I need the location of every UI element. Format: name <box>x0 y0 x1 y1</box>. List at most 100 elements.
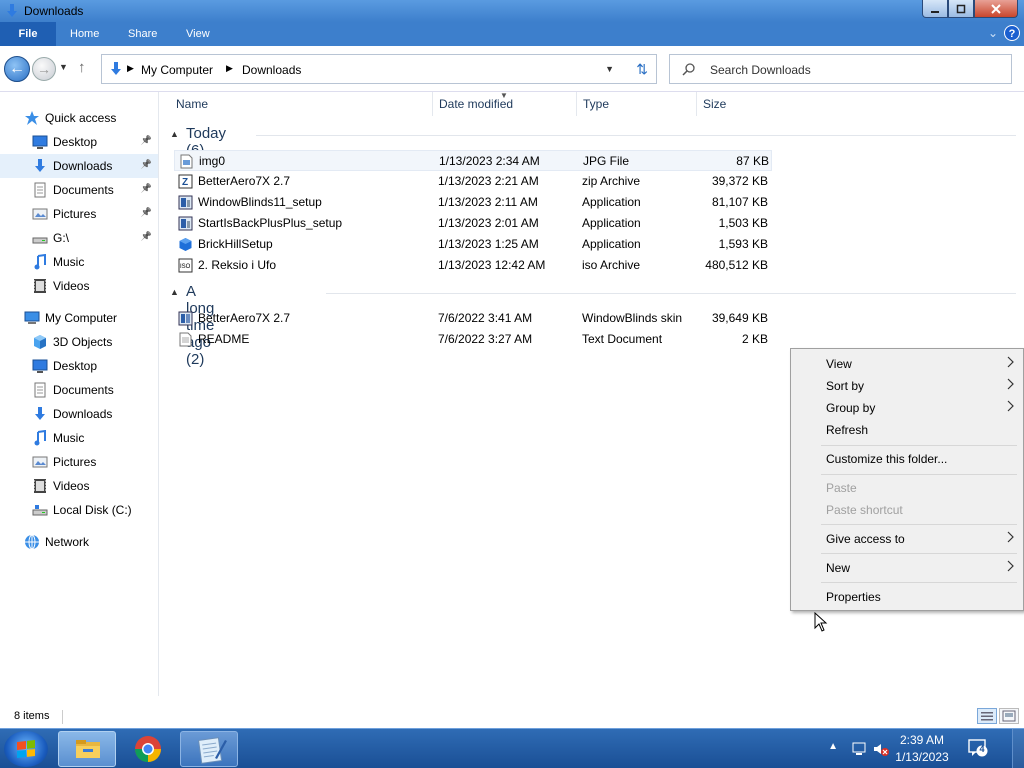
sidebar-item-label: Downloads <box>53 159 113 173</box>
file-row[interactable]: Z BetterAero7X 2.7 1/13/2023 2:21 AM zip Ar… <box>174 171 772 192</box>
file-row[interactable]: WindowBlinds11_setup 1/13/2023 2:11 AM App… <box>174 192 772 213</box>
file-row[interactable]: BetterAero7X 2.7 7/6/2022 3:41 AM WindowBl… <box>174 308 772 329</box>
tab-home[interactable]: Home <box>62 22 107 46</box>
breadcrumb-separator-icon[interactable]: ▶ <box>127 63 134 74</box>
up-folder-icon[interactable]: ↑ <box>78 59 86 76</box>
tab-share[interactable]: Share <box>120 22 165 46</box>
back-button[interactable]: ← <box>4 56 30 82</box>
file-row[interactable]: StartIsBackPlusPlus_setup 1/13/2023 2:01 … <box>174 213 772 234</box>
pin-icon[interactable]: 📌 <box>141 183 152 194</box>
sidebar-item-videos[interactable]: Videos <box>0 474 158 498</box>
column-header-size[interactable]: Size <box>697 92 777 116</box>
sidebar-item-3d-objects[interactable]: 3D Objects <box>0 330 158 354</box>
sidebar-item-label: Quick access <box>45 111 117 125</box>
title-bar[interactable]: Downloads <box>0 0 1024 22</box>
recent-locations-icon[interactable]: ▼ <box>59 62 68 72</box>
taskbar: ▲ 2:39 AM 1/13/2023 4 <box>0 728 1024 768</box>
file-row[interactable]: README 7/6/2022 3:27 AM Text Document 2 KB <box>174 329 772 350</box>
action-center-button[interactable]: 4 <box>968 739 988 757</box>
network-icon <box>24 534 40 550</box>
submenu-arrow-icon <box>1007 356 1014 368</box>
sidebar-item-local-disk-c[interactable]: Local Disk (C:) <box>0 498 158 522</box>
column-header-type[interactable]: Type <box>577 92 697 116</box>
pin-icon[interactable]: 📌 <box>141 231 152 242</box>
taskbar-chrome[interactable] <box>119 731 177 767</box>
menu-item-group-by[interactable]: Group by <box>793 396 1021 418</box>
sidebar-item-pictures[interactable]: Pictures 📌 <box>0 202 158 226</box>
minimize-button[interactable] <box>922 0 948 18</box>
download-arrow-icon <box>32 158 48 174</box>
sidebar-item-desktop[interactable]: Desktop 📌 <box>0 130 158 154</box>
sidebar-item-network[interactable]: Network <box>0 530 158 554</box>
sidebar-item-desktop[interactable]: Desktop <box>0 354 158 378</box>
menu-item-label: Paste shortcut <box>826 503 903 517</box>
large-icons-view-button[interactable] <box>999 708 1019 724</box>
pin-icon[interactable]: 📌 <box>141 207 152 218</box>
file-size: 480,512 KB <box>705 258 768 272</box>
file-date-modified: 1/13/2023 2:21 AM <box>438 174 539 188</box>
menu-item-properties[interactable]: Properties <box>793 585 1021 607</box>
notepad-icon <box>198 737 227 764</box>
sidebar-item-downloads[interactable]: Downloads 📌 <box>0 154 158 178</box>
menu-item-sort-by[interactable]: Sort by <box>793 374 1021 396</box>
search-input[interactable]: Search Downloads <box>710 63 811 77</box>
downloads-icon <box>111 62 121 75</box>
sidebar-item-downloads[interactable]: Downloads <box>0 402 158 426</box>
breadcrumb-downloads[interactable]: Downloads <box>242 63 301 77</box>
refresh-icon[interactable]: ⇅ <box>636 61 648 78</box>
taskbar-file-explorer[interactable] <box>58 731 116 767</box>
menu-item-refresh[interactable]: Refresh <box>793 418 1021 440</box>
taskbar-notepad[interactable] <box>180 731 238 767</box>
pin-icon[interactable]: 📌 <box>141 159 152 170</box>
menu-item-paste[interactable]: Paste <box>793 476 1021 498</box>
menu-item-new[interactable]: New <box>793 556 1021 578</box>
sidebar-item-music[interactable]: Music <box>0 250 158 274</box>
menu-item-customize-this-folder[interactable]: Customize this folder... <box>793 447 1021 469</box>
sidebar-item-g[interactable]: G:\ 📌 <box>0 226 158 250</box>
collapse-group-icon[interactable]: ▲ <box>170 287 179 297</box>
sidebar-item-documents[interactable]: Documents <box>0 378 158 402</box>
breadcrumb-my-computer[interactable]: My Computer <box>141 63 213 77</box>
show-hidden-icons-icon[interactable]: ▲ <box>828 741 838 752</box>
sidebar-item-my-computer[interactable]: My Computer <box>0 306 158 330</box>
column-header-name[interactable]: Name <box>170 92 433 116</box>
collapse-group-icon[interactable]: ▲ <box>170 129 179 139</box>
tab-view[interactable]: View <box>178 22 218 46</box>
pin-icon[interactable]: 📌 <box>141 135 152 146</box>
sidebar-item-videos[interactable]: Videos <box>0 274 158 298</box>
menu-item-view[interactable]: View <box>793 352 1021 374</box>
close-button[interactable] <box>974 0 1018 18</box>
details-view-button[interactable] <box>977 708 997 724</box>
help-icon[interactable]: ? <box>1004 25 1020 41</box>
show-desktop-button[interactable] <box>1012 729 1024 768</box>
network-status-icon[interactable] <box>850 740 868 758</box>
sidebar-item-documents[interactable]: Documents 📌 <box>0 178 158 202</box>
breadcrumb-separator-icon[interactable]: ▶ <box>226 63 233 74</box>
file-row[interactable]: BrickHillSetup 1/13/2023 1:25 AM Applicati… <box>174 234 772 255</box>
menu-item-paste-shortcut[interactable]: Paste shortcut <box>793 498 1021 520</box>
file-row[interactable]: ISO 2. Reksio i Ufo 1/13/2023 12:42 AM iso … <box>174 255 772 276</box>
sidebar-item-label: 3D Objects <box>53 335 113 349</box>
maximize-button[interactable] <box>948 0 974 18</box>
address-bar[interactable]: ▶ My Computer ▶ Downloads ▼ ⇅ <box>101 54 657 84</box>
address-dropdown-icon[interactable]: ▼ <box>605 64 614 74</box>
sidebar-item-label: Music <box>53 431 85 445</box>
file-date-modified: 1/13/2023 2:11 AM <box>438 195 538 209</box>
menu-item-give-access-to[interactable]: Give access to <box>793 527 1021 549</box>
sidebar-item-label: Pictures <box>53 455 97 469</box>
forward-button[interactable]: → <box>32 57 56 81</box>
tab-file[interactable]: File <box>0 22 56 46</box>
sidebar-item-quick-access[interactable]: Quick access <box>0 106 158 130</box>
file-date-modified: 1/13/2023 2:34 AM <box>439 154 540 168</box>
installer-icon <box>178 216 193 231</box>
search-box[interactable]: Search Downloads <box>669 54 1012 84</box>
clock[interactable]: 2:39 AM 1/13/2023 <box>892 732 952 766</box>
expand-ribbon-icon[interactable]: ⌄ <box>988 25 998 41</box>
status-separator <box>62 710 63 724</box>
volume-muted-icon[interactable] <box>872 740 890 758</box>
file-row[interactable]: img0 1/13/2023 2:34 AM JPG File 87 KB <box>174 150 772 171</box>
menu-separator <box>821 445 1017 446</box>
sidebar-item-music[interactable]: Music <box>0 426 158 450</box>
sidebar-item-pictures[interactable]: Pictures <box>0 450 158 474</box>
start-button[interactable] <box>4 731 48 767</box>
